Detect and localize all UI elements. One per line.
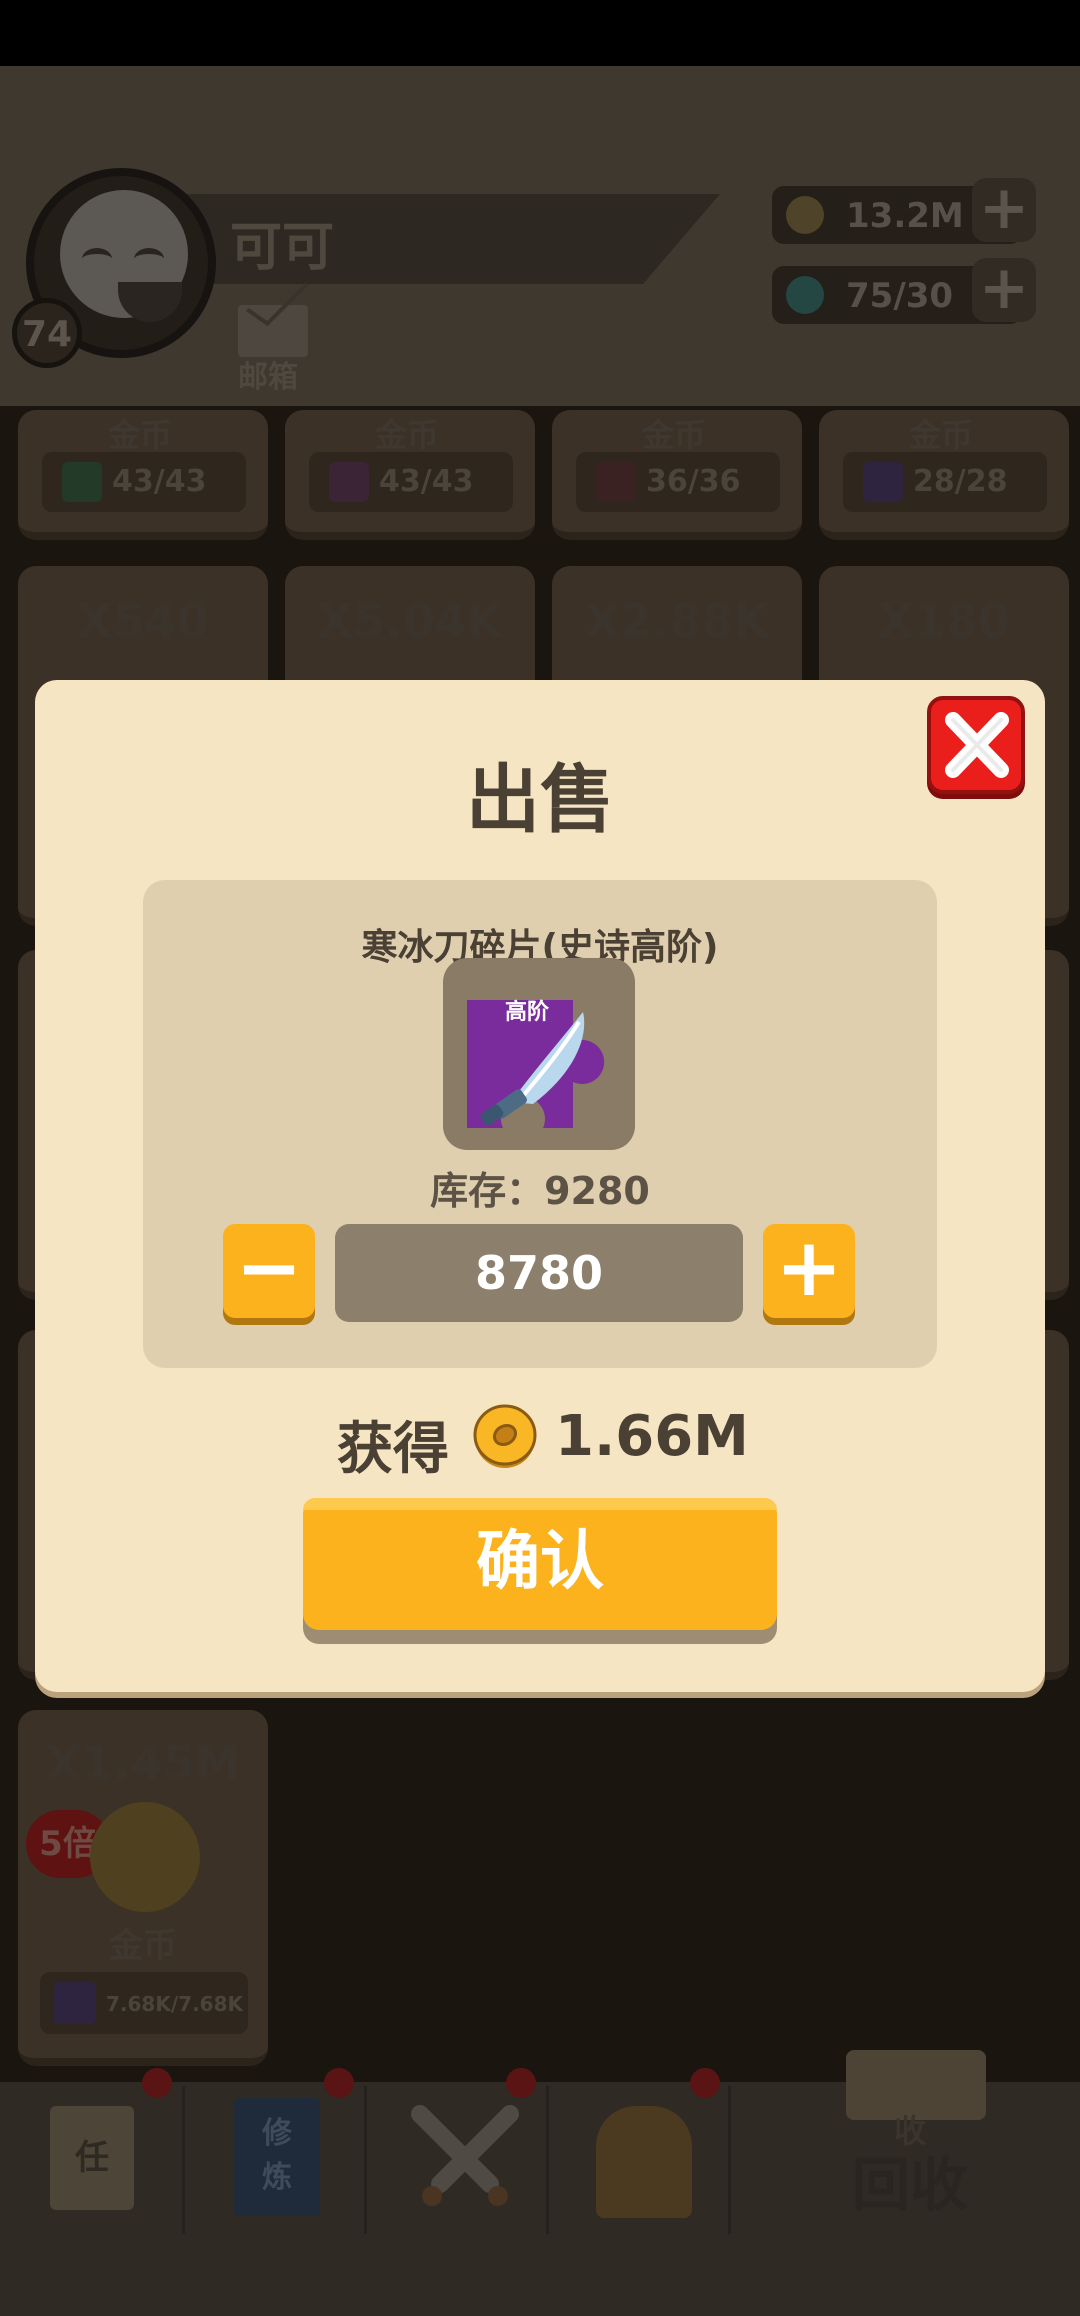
quantity-field[interactable]: 8780 (335, 1224, 743, 1322)
card-label: 金币 (108, 416, 173, 454)
stock-label: 库存：9280 (430, 1169, 650, 1213)
button-shine (303, 1498, 777, 1510)
dialog-title: 出售 (466, 757, 614, 843)
card-label: 金币 (909, 416, 974, 454)
mail-label[interactable]: 邮箱 (238, 352, 298, 396)
gold-coin-icon (90, 1802, 200, 1912)
gem-value: 75/30 (846, 276, 954, 316)
card-multiplier: X1.45M (45, 1736, 241, 1790)
reward-card[interactable]: 金币 43/43 (18, 410, 268, 540)
helmet-icon (596, 2106, 692, 2218)
add-gold-button[interactable]: + (972, 178, 1036, 242)
close-icon (945, 712, 1009, 778)
card-label: 金币 (109, 1926, 177, 1966)
reward-card[interactable]: 金币 36/36 (552, 410, 802, 540)
add-gem-button[interactable]: + (972, 258, 1036, 322)
confirm-button[interactable]: 确认 (303, 1498, 777, 1630)
nav-equipment[interactable] (550, 2086, 731, 2234)
card-progress: 43/43 (42, 452, 246, 512)
card-multiplier: X2.88K (584, 594, 770, 648)
fragment-icon (62, 462, 102, 502)
reward-card[interactable]: 金币 43/43 (285, 410, 535, 540)
reward-card[interactable]: 金币 28/28 (819, 410, 1069, 540)
card-progress: 7.68K/7.68K (40, 1972, 248, 2034)
nav-battle[interactable] (368, 2086, 549, 2234)
card-multiplier: X540 (77, 594, 209, 648)
card-label: 金币 (642, 416, 707, 454)
close-button[interactable] (927, 696, 1025, 794)
card-progress-text: 43/43 (112, 464, 207, 499)
gain-label: 获得 (337, 1417, 449, 1482)
notification-dot (506, 2068, 536, 2098)
card-progress-text: 43/43 (379, 464, 474, 499)
card-progress-text: 7.68K/7.68K (106, 1992, 243, 2016)
level-badge: 74 (12, 298, 82, 368)
gold-coin-icon (786, 196, 824, 234)
card-progress-text: 28/28 (913, 464, 1008, 499)
card-multiplier: X5.04K (317, 594, 503, 648)
crossed-swords-icon (411, 2105, 519, 2206)
mail-icon[interactable] (238, 305, 308, 357)
card-label: 金币 (375, 416, 440, 454)
cultivate-book-icon: 修 炼 (234, 2098, 320, 2216)
avatar-face-icon (60, 190, 188, 322)
item-frame: 高阶 (443, 958, 635, 1150)
increase-button[interactable]: + (763, 1224, 855, 1318)
reward-card[interactable]: X1.45M 5倍 金币 7.68K/7.68K (18, 1710, 268, 2066)
fragment-icon (596, 462, 636, 502)
fragment-icon (329, 462, 369, 502)
player-name: 可可 (230, 218, 335, 278)
fragment-icon (54, 1982, 96, 2024)
item-tier-tag: 高阶 (505, 1000, 550, 1025)
gain-value: 1.66M (555, 1404, 749, 1469)
cultivate-bottom-label: 炼 (262, 2160, 292, 2195)
status-bar (0, 0, 1080, 66)
card-progress: 28/28 (843, 452, 1047, 512)
notification-dot (690, 2068, 720, 2098)
item-panel: 寒冰刀碎片(史诗高阶) 高阶 库存：9280 − 8780 + (143, 880, 937, 1368)
task-scroll-icon: 任 (50, 2106, 134, 2210)
nav-cultivate[interactable]: 修 炼 (186, 2086, 367, 2234)
notification-dot (324, 2068, 354, 2098)
decrease-button[interactable]: − (223, 1224, 315, 1318)
gem-icon (786, 276, 824, 314)
card-progress-text: 36/36 (646, 464, 741, 499)
notification-dot (142, 2068, 172, 2098)
cultivate-top-label: 修 (262, 2116, 292, 2151)
gain-row: 获得 1.66M (35, 1398, 1045, 1482)
gold-value: 13.2M (846, 196, 964, 236)
recycle-label: 回收 (852, 2151, 969, 2219)
nav-recycle[interactable]: 收 回收 (846, 2050, 986, 2240)
card-progress: 36/36 (576, 452, 780, 512)
card-progress: 43/43 (309, 452, 513, 512)
sell-dialog: 出售 寒冰刀碎片(史诗高阶) 高阶 库存：9280 − 8780 + 获得 1.… (35, 680, 1045, 1692)
nav-task[interactable]: 任 (4, 2086, 185, 2234)
fragment-icon (863, 462, 903, 502)
confirm-label: 确认 (476, 1525, 604, 1599)
gold-coin-icon (473, 1404, 537, 1468)
card-multiplier: X180 (878, 594, 1010, 648)
